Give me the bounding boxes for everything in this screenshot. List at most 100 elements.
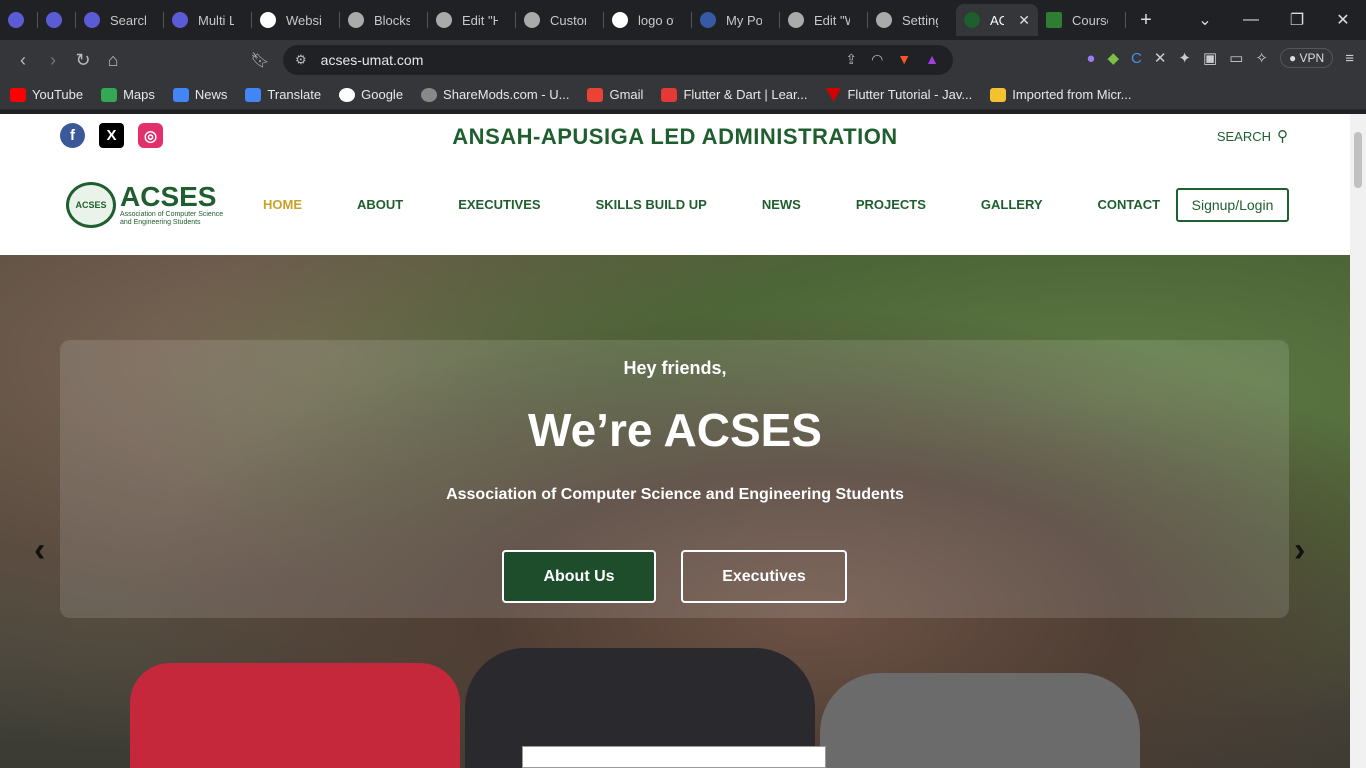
extension-icon[interactable]: ◆ [1107,49,1119,67]
site-logo[interactable]: ACSES ACSES Association of Computer Scie… [66,182,224,228]
new-tab-button[interactable]: + [1126,4,1166,36]
scrollbar-thumb[interactable] [1354,132,1362,188]
sidebar-icon[interactable]: ▣ [1203,49,1217,67]
hero-subtitle: Association of Computer Science and Engi… [446,486,904,503]
nav-about[interactable]: ABOUT [357,197,403,212]
bookmark-youtube[interactable]: YouTube [10,87,83,102]
bookmark-gmail[interactable]: Gmail [587,87,643,102]
admin-title: ANSAH-APUSIGA LED ADMINISTRATION [452,124,898,149]
bookmark-label: Google [361,87,404,102]
signup-login-button[interactable]: Signup/Login [1176,188,1289,222]
site-icon [661,87,678,102]
wordpress-icon [700,12,716,28]
tab-title: Website [286,12,322,28]
nav-skills-build-up[interactable]: SKILLS BUILD UP [596,197,707,212]
puzzle-icon[interactable]: ✦ [1178,49,1191,67]
tab-active[interactable]: AC ✕ [956,4,1038,36]
extension-icon[interactable]: C [1131,50,1142,67]
rss-icon[interactable]: ◠ [871,51,883,68]
share-icon[interactable]: ⇪ [845,51,857,68]
logo-text: ACSES Association of Computer Science an… [120,183,224,227]
executives-button[interactable]: Executives [681,550,847,603]
tab[interactable]: Setting [868,4,956,36]
extension-icon[interactable]: ● [1086,50,1095,67]
home-icon[interactable]: ⌂ [98,50,128,71]
gmail-icon [587,87,604,102]
tab[interactable]: Multi L [164,4,252,36]
google-icon [339,87,356,102]
maps-icon [101,87,118,102]
bookmark-label: News [194,87,228,102]
close-window-icon[interactable]: ✕ [1320,10,1366,30]
globe-icon [876,12,892,28]
news-icon [172,87,189,102]
hero-slider: Hey friends, We’re ACSES Association of … [0,255,1350,768]
leo-icon[interactable]: ✧ [1255,49,1268,67]
tab[interactable] [0,4,38,36]
vpn-label: VPN [1299,51,1325,65]
site-settings-icon[interactable]: ⚙ [295,52,307,68]
chevron-down-icon[interactable]: ⌄ [1182,10,1228,30]
tab[interactable]: My Por [692,4,780,36]
tab[interactable]: Edit "W [780,4,868,36]
search-label: SEARCH [1216,128,1271,144]
url-text: acses-umat.com [320,52,424,68]
bookmark-maps[interactable]: Maps [101,87,155,102]
tab[interactable]: logo of [604,4,692,36]
tab[interactable]: Search [76,4,164,36]
minimize-icon[interactable]: — [1228,11,1274,29]
bookmark-translate[interactable]: Translate [245,87,321,102]
tab-title: logo of [638,12,674,28]
wallet-icon[interactable]: ▭ [1229,49,1243,67]
slider-prev-icon[interactable]: ‹ [34,531,45,570]
tab[interactable]: Edit "H [428,4,516,36]
tab-bar: Search Multi L Website Blocksy Edit "H C… [0,0,1366,40]
forward-icon[interactable]: › [38,50,68,71]
tab-title: Edit "W [814,12,850,28]
brave-rewards-icon[interactable]: ▲ [925,51,939,68]
site-icon [825,87,842,102]
translate-icon [245,87,262,102]
tab[interactable]: Course [1038,4,1126,36]
tab-title: Edit "H [462,12,498,28]
hero-photo-person [820,673,1140,768]
brave-shield-icon[interactable]: ▼ [897,51,911,68]
google-icon [612,12,628,28]
tab-title: Blocksy [374,12,410,28]
globe-icon [348,12,364,28]
tab[interactable]: Blocksy [340,4,428,36]
app-icon [172,12,188,28]
slider-next-icon[interactable]: › [1294,531,1305,570]
bookmark-sharemods[interactable]: ShareMods.com - U... [421,87,569,102]
address-bar[interactable]: ⚙ acses-umat.com ⇪ ◠ ▼ ▲ [283,45,953,75]
hero-photo-person [130,663,460,768]
tab[interactable]: Website [252,4,340,36]
nav-contact[interactable]: CONTACT [1098,197,1161,212]
back-icon[interactable]: ‹ [8,50,38,71]
restore-icon[interactable]: ❐ [1274,10,1320,30]
bookmark-news[interactable]: News [172,87,228,102]
extension-icon[interactable]: ✕ [1154,49,1167,67]
tab-title: Custom [550,12,586,28]
bookmark-icon[interactable]: 🔖︎ [245,51,275,69]
about-us-button[interactable]: About Us [502,550,656,603]
menu-icon[interactable]: ≡ [1345,50,1354,67]
bookmark-google[interactable]: Google [339,87,403,102]
nav-projects[interactable]: PROJECTS [856,197,926,212]
bookmark-flutter-dart[interactable]: Flutter & Dart | Lear... [661,87,807,102]
close-icon[interactable]: ✕ [1018,12,1030,29]
bookmark-flutter-tutorial[interactable]: Flutter Tutorial - Jav... [825,87,972,102]
tab[interactable]: Custom [516,4,604,36]
chatgpt-icon [260,12,276,28]
page-scrollbar[interactable] [1350,114,1366,768]
vpn-button[interactable]: ● VPN [1279,48,1334,68]
nav-gallery[interactable]: GALLERY [981,197,1043,212]
hero-overlay [60,340,1289,618]
nav-home[interactable]: HOME [263,197,302,212]
bookmark-folder-imported[interactable]: Imported from Micr... [990,87,1131,102]
search-button[interactable]: SEARCH ⚲ [1217,127,1288,145]
reload-icon[interactable]: ↻ [68,50,98,71]
nav-news[interactable]: NEWS [762,197,801,212]
nav-executives[interactable]: EXECUTIVES [458,197,540,212]
tab[interactable] [38,4,76,36]
